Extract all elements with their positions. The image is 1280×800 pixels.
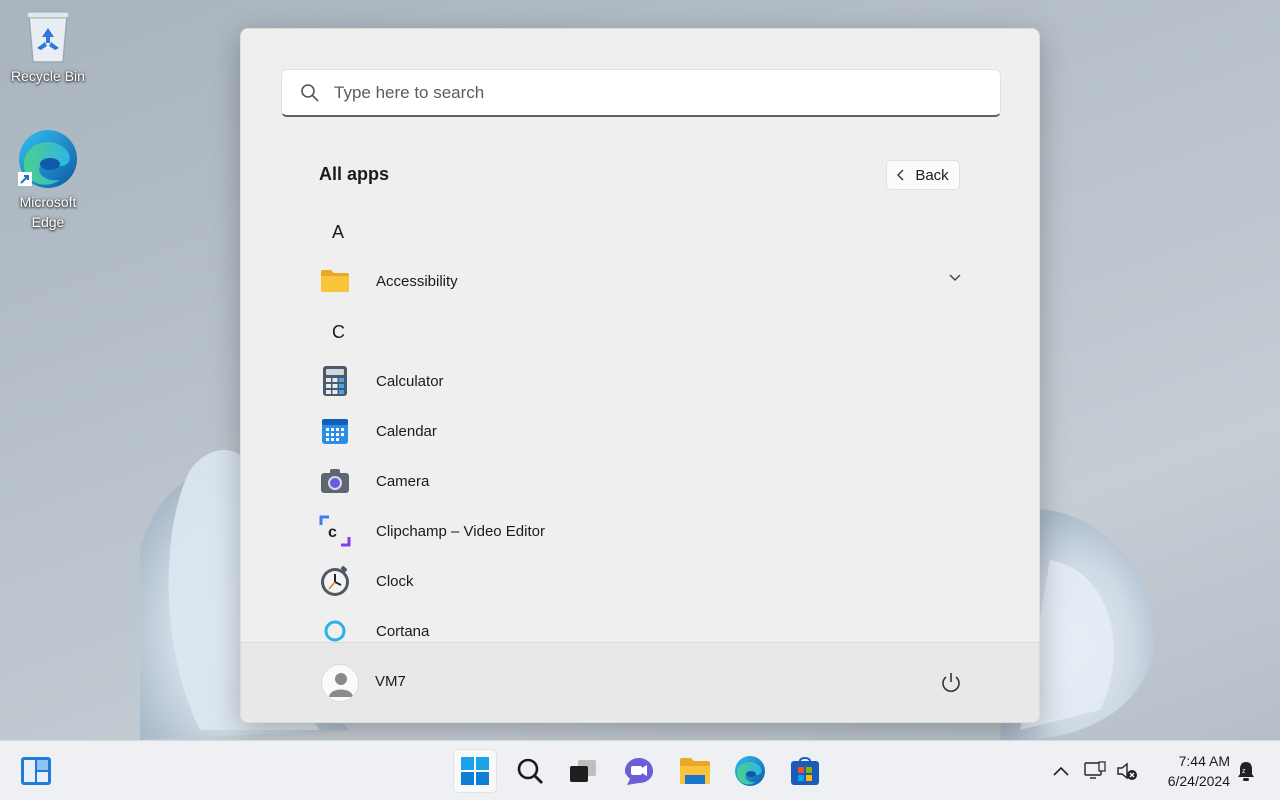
recycle-bin-label: Recycle Bin <box>11 68 85 84</box>
calculator-icon <box>319 365 351 397</box>
clock-date: 6/24/2024 <box>1167 773 1230 789</box>
network-button[interactable] <box>1083 759 1107 783</box>
volume-muted-icon <box>1117 762 1137 780</box>
app-name: Camera <box>376 472 430 490</box>
svg-text:c: c <box>328 524 337 541</box>
edge-icon <box>18 130 77 188</box>
widgets-icon <box>21 757 51 785</box>
show-hidden-icons-button[interactable] <box>1049 759 1073 783</box>
chevron-up-icon <box>1053 766 1069 776</box>
folder-icon <box>319 265 351 297</box>
search-taskbar-button[interactable] <box>508 749 552 793</box>
windows-logo-icon <box>461 757 489 785</box>
app-item-accessibility[interactable]: Accessibility <box>319 258 965 304</box>
store-icon <box>791 757 819 785</box>
app-name: Clock <box>376 572 414 590</box>
app-name: Calculator <box>376 372 444 390</box>
search-input[interactable] <box>334 82 934 103</box>
user-icon <box>329 673 353 697</box>
camera-icon <box>319 465 351 497</box>
task-view-button[interactable] <box>561 749 605 793</box>
app-item-calculator[interactable]: Calculator <box>319 358 965 404</box>
edge-taskbar-button[interactable] <box>728 749 772 793</box>
desktop-icon-recycle-bin[interactable]: Recycle Bin <box>3 8 93 86</box>
network-icon <box>1084 761 1106 779</box>
svg-text:z: z <box>1242 768 1246 775</box>
group-letter-c[interactable]: C <box>332 322 345 343</box>
app-item-calendar[interactable]: Calendar <box>319 408 965 454</box>
clock-time: 7:44 AM <box>1178 753 1230 769</box>
chevron-down-icon[interactable] <box>949 274 961 282</box>
user-avatar[interactable] <box>321 664 359 702</box>
start-button[interactable] <box>453 749 497 793</box>
start-footer: VM7 <box>241 642 1039 722</box>
user-name[interactable]: VM7 <box>375 673 406 690</box>
app-item-camera[interactable]: Camera <box>319 458 965 504</box>
app-item-clipchamp[interactable]: c Clipchamp – Video Editor <box>319 508 965 554</box>
power-icon[interactable] <box>937 669 965 697</box>
app-name: Clipchamp – Video Editor <box>376 522 545 540</box>
desktop-icon-edge[interactable]: Microsoft Edge <box>3 128 93 232</box>
chat-icon <box>625 758 653 785</box>
group-letter-a[interactable]: A <box>332 222 344 243</box>
folder-icon <box>680 758 710 784</box>
start-menu: All apps Back A Accessibility C <box>240 28 1040 723</box>
edge-label: Microsoft Edge <box>19 194 77 230</box>
search-icon <box>301 83 319 102</box>
search-box[interactable] <box>281 69 1001 117</box>
chevron-left-icon <box>897 169 904 181</box>
store-button[interactable] <box>783 749 827 793</box>
recycle-bin-icon <box>26 11 70 63</box>
notifications-button[interactable]: z <box>1234 759 1258 783</box>
file-explorer-button[interactable] <box>673 749 717 793</box>
app-item-clock[interactable]: Clock <box>319 558 965 604</box>
all-apps-title: All apps <box>319 164 390 184</box>
search-icon <box>517 758 543 784</box>
clock-icon <box>319 565 351 597</box>
taskbar: 7:44 AM 6/24/2024 z <box>0 740 1280 800</box>
app-name: Accessibility <box>376 272 458 290</box>
back-button[interactable]: Back <box>886 160 960 190</box>
volume-button[interactable] <box>1115 759 1139 783</box>
notification-bell-icon: z <box>1238 762 1254 781</box>
back-label: Back <box>915 166 949 184</box>
clipchamp-icon: c <box>319 515 351 547</box>
task-view-icon <box>570 760 596 782</box>
clock-display[interactable]: 7:44 AM 6/24/2024 <box>1150 751 1230 791</box>
chat-button[interactable] <box>617 749 661 793</box>
app-name: Calendar <box>376 422 437 440</box>
edge-icon <box>735 756 765 786</box>
app-name: Cortana <box>376 622 430 640</box>
calendar-icon <box>319 415 351 447</box>
widgets-button[interactable] <box>14 749 58 793</box>
